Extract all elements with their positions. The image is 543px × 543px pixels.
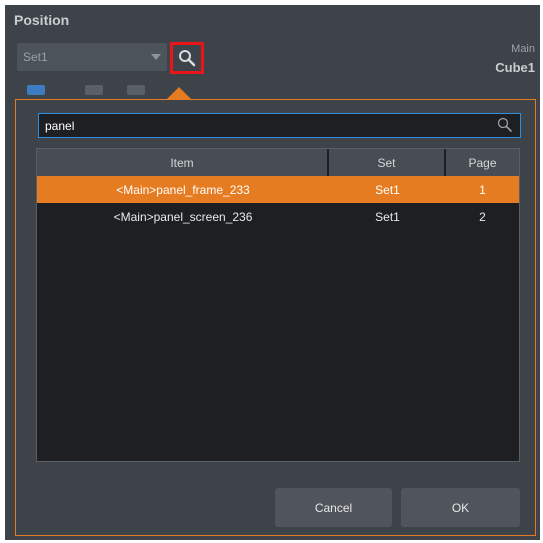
cell-item: <Main>panel_frame_233 bbox=[116, 182, 250, 197]
chevron-down-icon[interactable] bbox=[151, 54, 161, 60]
table-row[interactable]: <Main>panel_frame_233 Set1 1 bbox=[37, 176, 519, 203]
table-header: Item Set Page bbox=[37, 149, 519, 176]
search-field[interactable] bbox=[38, 113, 521, 138]
search-input[interactable] bbox=[43, 116, 487, 136]
search-button[interactable] bbox=[170, 42, 204, 74]
cell-page: 2 bbox=[479, 209, 486, 224]
search-dialog: Item Set Page <Main>panel_frame_233 Set1… bbox=[15, 99, 536, 536]
column-header-item[interactable]: Item bbox=[37, 149, 329, 176]
column-header-set[interactable]: Set bbox=[329, 149, 446, 176]
results-table: Item Set Page <Main>panel_frame_233 Set1… bbox=[36, 148, 520, 462]
panel-title: Position bbox=[14, 12, 70, 28]
cell-set: Set1 bbox=[375, 209, 400, 224]
cell-item: <Main>panel_screen_236 bbox=[113, 209, 253, 224]
toolbar-icon[interactable] bbox=[27, 85, 45, 95]
column-header-page[interactable]: Page bbox=[446, 149, 519, 176]
cancel-button[interactable]: Cancel bbox=[275, 488, 392, 527]
set-select-value: Set1 bbox=[23, 50, 48, 64]
cell-set: Set1 bbox=[375, 182, 400, 197]
cell-page: 1 bbox=[479, 182, 486, 197]
popup-pointer bbox=[167, 87, 191, 99]
toolbar-icon[interactable] bbox=[127, 85, 145, 95]
object-label: Cube1 bbox=[495, 60, 535, 75]
position-panel: Position Set1 Main Cube1 Item Set Page bbox=[5, 5, 540, 540]
toolbar-icon[interactable] bbox=[85, 85, 103, 95]
ok-button[interactable]: OK bbox=[401, 488, 520, 527]
set-select[interactable]: Set1 bbox=[17, 43, 167, 71]
search-icon bbox=[179, 50, 196, 67]
search-icon bbox=[497, 117, 512, 132]
table-row[interactable]: <Main>panel_screen_236 Set1 2 bbox=[37, 203, 519, 230]
main-label: Main bbox=[511, 43, 535, 55]
